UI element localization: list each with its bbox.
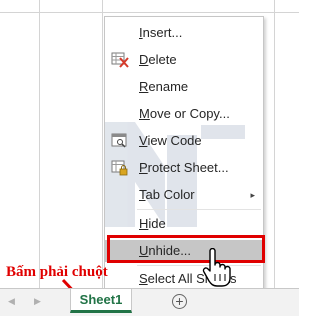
grid-column-line (274, 0, 275, 288)
delete-sheet-icon (111, 52, 129, 68)
menu-item-insert[interactable]: Insert... (105, 22, 263, 44)
menu-item-label: Unhide... (139, 243, 192, 258)
previous-sheet-icon[interactable]: ◀ (8, 296, 15, 307)
grid-column-line (39, 0, 40, 288)
sheet-tab-sheet1[interactable]: Sheet1 (70, 289, 132, 313)
right-click-annotation: Bấm phải chuột (6, 264, 108, 280)
menu-item-view-code[interactable]: View Code (105, 130, 263, 152)
protect-sheet-icon (111, 160, 129, 176)
menu-separator (137, 265, 261, 266)
menu-item-label: Rename (139, 79, 189, 94)
submenu-arrow-icon: ▸ (250, 190, 255, 200)
menu-item-label: Insert... (139, 25, 183, 40)
menu-item-label: Hide (139, 216, 166, 231)
menu-item-rename[interactable]: Rename (105, 76, 263, 98)
menu-item-protect-sheet[interactable]: Protect Sheet... (105, 157, 263, 179)
grid-row-line (0, 12, 299, 13)
menu-item-hide[interactable]: Hide (105, 213, 263, 235)
menu-item-label: Tab Color (139, 187, 195, 202)
menu-item-label: Protect Sheet... (139, 160, 229, 175)
grid-column-line (102, 0, 103, 288)
sheet-tab-context-menu: NEWMAIN Insert... Delete Rename Move or … (104, 16, 264, 292)
menu-item-move-or-copy[interactable]: Move or Copy... (105, 103, 263, 125)
menu-item-label: View Code (139, 133, 202, 148)
menu-item-select-all-sheets[interactable]: Select All Sheets (105, 268, 263, 290)
add-sheet-button[interactable]: + (172, 294, 187, 309)
menu-item-delete[interactable]: Delete (105, 49, 263, 71)
view-code-icon (111, 133, 129, 149)
menu-item-unhide[interactable]: Unhide... (105, 240, 263, 262)
menu-separator (137, 209, 261, 210)
menu-item-label: Move or Copy... (139, 106, 230, 121)
menu-item-tab-color[interactable]: Tab Color ▸ (105, 184, 263, 206)
menu-item-label: Delete (139, 52, 177, 67)
hand-pointer-cursor-icon (202, 248, 231, 287)
next-sheet-icon[interactable]: ▶ (34, 296, 41, 307)
sheet-tab-bar: ◀ ▶ Sheet1 + (0, 288, 299, 316)
